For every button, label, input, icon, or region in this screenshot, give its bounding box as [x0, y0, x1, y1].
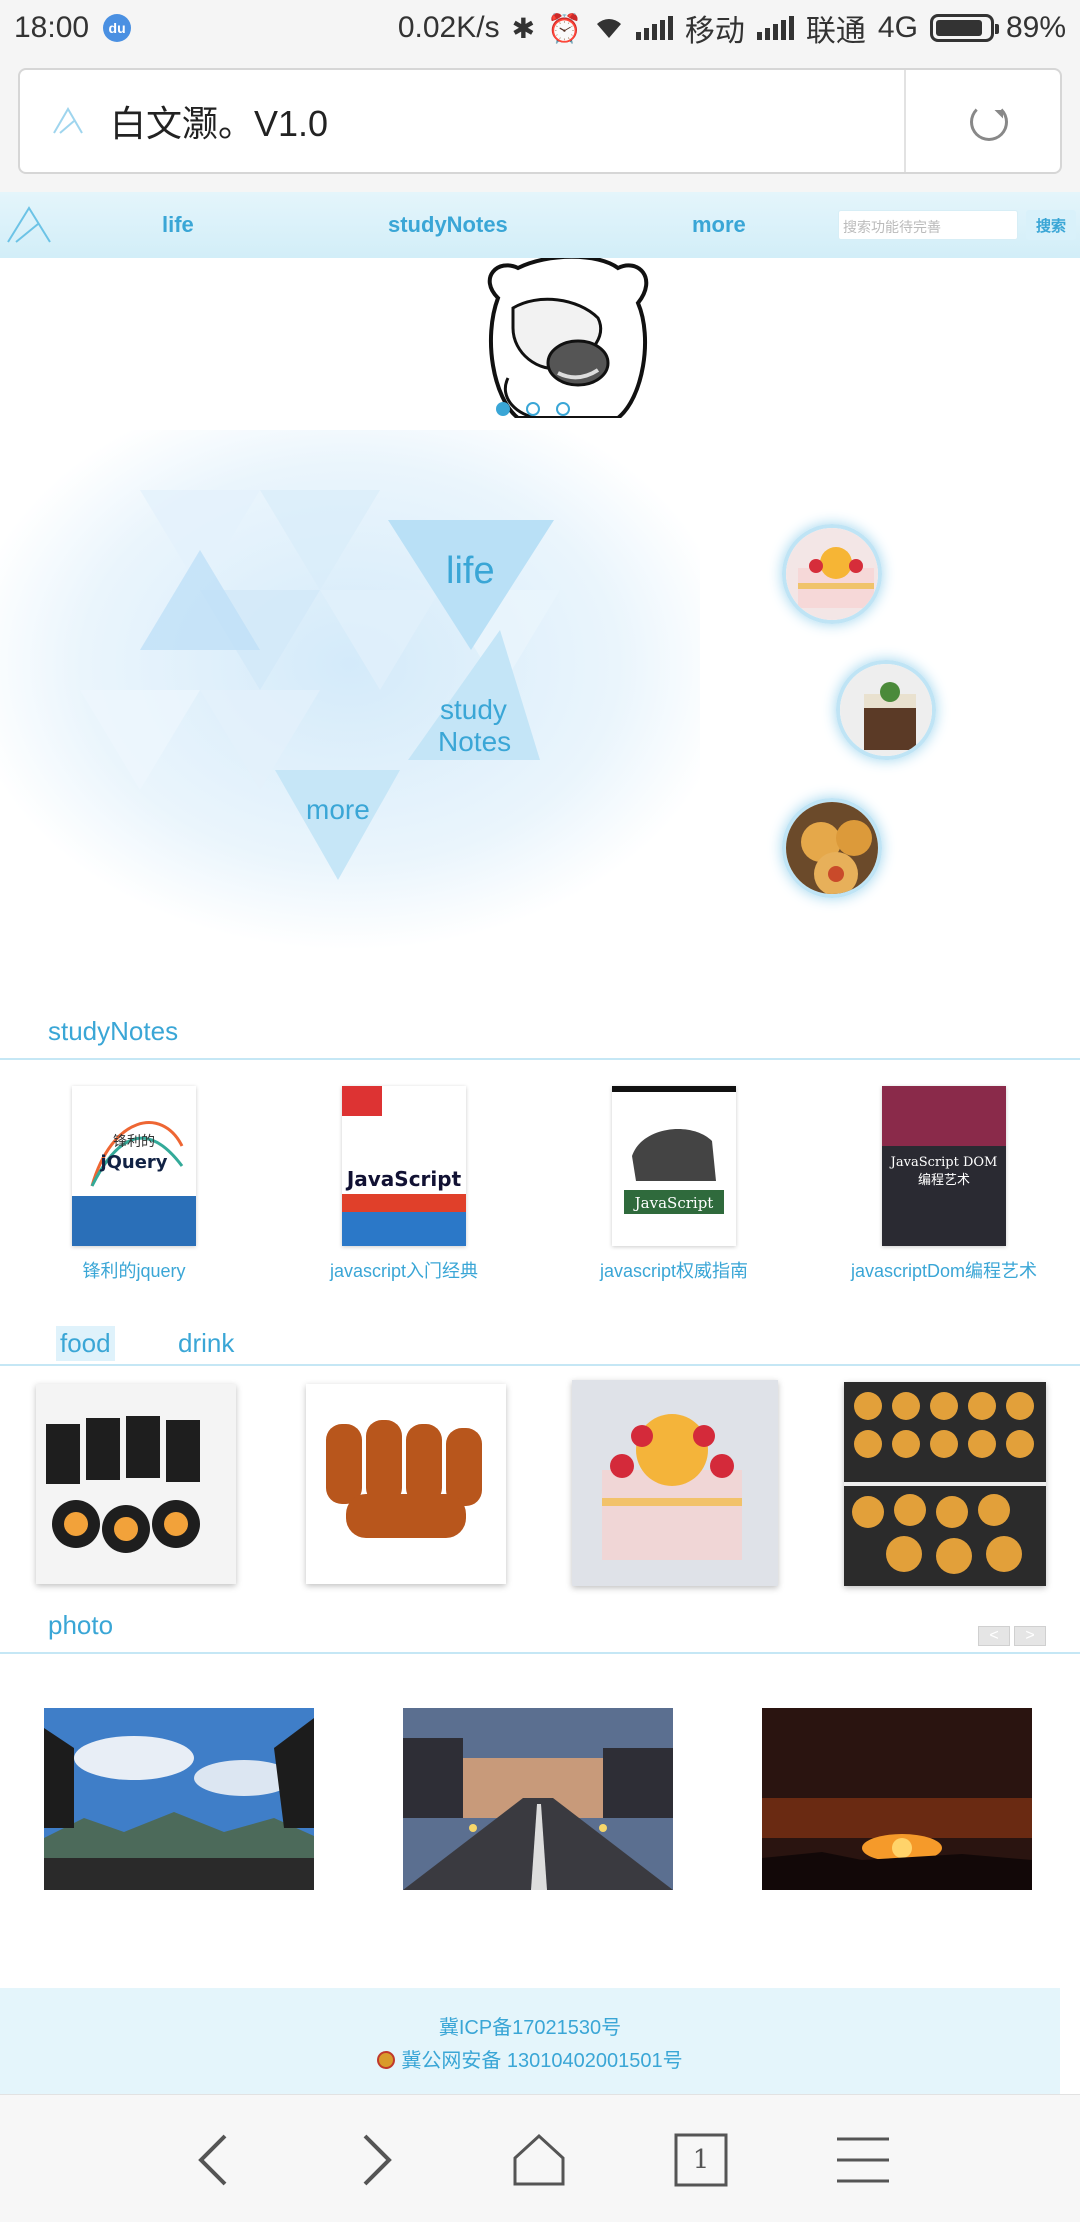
triangle-more-link[interactable]: more — [306, 794, 370, 826]
tab-count: 1 — [692, 2145, 710, 2175]
carrier-1: 移动 — [684, 15, 745, 48]
menu-icon — [837, 2137, 889, 2183]
book-item[interactable]: 锋利的 jQuery 锋利的jquery — [34, 1086, 234, 1283]
food-photo-sushi[interactable] — [36, 1384, 236, 1584]
network-speed: 0.02K/s — [397, 11, 500, 44]
police-record[interactable]: 冀公网安备 13010402001501号 — [401, 2050, 682, 2072]
cake-bubble-image[interactable] — [782, 524, 882, 624]
forward-arrow-icon — [363, 2134, 392, 2186]
bear-cartoon-image — [487, 258, 649, 418]
status-time: 18:00 — [14, 11, 90, 44]
tabs-button[interactable]: 1 — [666, 2125, 736, 2195]
search-input[interactable]: 搜索功能待完善 — [838, 210, 1018, 240]
alarm-icon: ⏰ — [547, 12, 582, 44]
search-button[interactable]: 搜索 — [1026, 210, 1076, 240]
home-button[interactable] — [504, 2125, 574, 2195]
menu-button[interactable] — [828, 2125, 898, 2195]
triangle-study-label[interactable]: study — [440, 694, 507, 726]
photo-title[interactable]: photo — [48, 1610, 113, 1641]
svg-text:JavaScript DOM: JavaScript DOM — [889, 1155, 998, 1170]
triangle-nav: life study Notes more — [0, 430, 700, 950]
carrier-2: 联通 — [805, 15, 866, 48]
pudding-bubble-image[interactable] — [836, 660, 936, 760]
svg-text:编程艺术: 编程艺术 — [918, 1173, 970, 1188]
home-icon — [513, 2133, 565, 2186]
svg-text:锋利的: 锋利的 — [113, 1134, 155, 1150]
book-item[interactable]: JavaScript DOM 编程艺术 javascriptDom编程艺术 — [844, 1086, 1044, 1283]
nav-item-more[interactable]: more — [692, 212, 746, 238]
carousel-dot[interactable] — [556, 402, 570, 416]
nav-item-life[interactable]: life — [162, 212, 194, 238]
book-cover-js-definitive: JavaScript — [612, 1086, 736, 1246]
battery-percent: 89% — [1005, 11, 1066, 44]
food-photo-cake[interactable] — [572, 1380, 778, 1586]
site-nav-logo-icon[interactable] — [4, 200, 54, 250]
food-photo-rolls[interactable] — [306, 1384, 506, 1584]
nav-item-studynotes[interactable]: studyNotes — [388, 212, 508, 238]
carousel-dot[interactable] — [496, 402, 510, 416]
svg-text:JavaScript: JavaScript — [633, 1194, 714, 1212]
signal-icon-2 — [756, 16, 794, 40]
svg-text:jQuery: jQuery — [99, 1152, 167, 1173]
battery-icon — [929, 14, 999, 42]
book-cover-js-beginner: JavaScript — [342, 1086, 466, 1246]
book-cover-js-dom: JavaScript DOM 编程艺术 — [882, 1086, 1006, 1246]
forward-button[interactable] — [342, 2125, 412, 2195]
tab-drink[interactable]: drink — [174, 1326, 238, 1361]
photo-street[interactable] — [403, 1708, 673, 1890]
icp-record[interactable]: 冀ICP备17021530号 — [0, 2012, 1060, 2045]
study-notes-header: studyNotes — [0, 1016, 1080, 1060]
reload-icon[interactable] — [970, 103, 1008, 141]
site-footer: 冀ICP备17021530号 冀公网安备 13010402001501号 — [0, 1988, 1060, 2094]
wifi-icon — [596, 19, 621, 38]
app-badge-icon: du — [103, 14, 132, 42]
photo-next-button[interactable]: > — [1014, 1626, 1046, 1646]
book-title[interactable]: javascript入门经典 — [304, 1257, 504, 1283]
photo-prev-button[interactable]: < — [978, 1626, 1010, 1646]
status-bar: 18:00 du 0.02K/s ✱ ⏰ 移动 联通 4G 89% — [0, 0, 1080, 56]
address-bar[interactable]: 白文灏。V1.0 — [18, 68, 1062, 174]
back-arrow-icon — [198, 2134, 227, 2186]
browser-toolbar: 白文灏。V1.0 — [0, 56, 1080, 192]
food-photo-pastries[interactable] — [844, 1382, 1046, 1586]
svg-text:JavaScript: JavaScript — [345, 1167, 462, 1191]
triangle-background — [0, 430, 700, 950]
book-title[interactable]: 锋利的jquery — [34, 1257, 234, 1283]
book-title[interactable]: javascript权威指南 — [574, 1257, 774, 1283]
carousel-dot[interactable] — [526, 402, 540, 416]
bluetooth-icon: ✱ — [511, 12, 536, 44]
triangle-notes-label[interactable]: Notes — [438, 726, 511, 758]
divider — [904, 70, 906, 172]
book-title[interactable]: javascriptDom编程艺术 — [844, 1257, 1044, 1283]
food-drink-header — [0, 1320, 1080, 1366]
study-notes-title[interactable]: studyNotes — [48, 1016, 178, 1047]
photo-landscape[interactable] — [44, 1708, 314, 1890]
police-badge-icon — [377, 2051, 396, 2069]
site-nav: life studyNotes more 搜索功能待完善 搜索 — [0, 192, 1080, 258]
carousel-dots — [496, 402, 570, 416]
banner-carousel[interactable] — [0, 258, 1080, 428]
tab-food[interactable]: food — [56, 1326, 115, 1361]
back-button[interactable] — [178, 2125, 248, 2195]
triangle-life-link[interactable]: life — [446, 550, 495, 594]
network-type: 4G — [877, 11, 918, 44]
signal-icon-1 — [635, 16, 673, 40]
photo-sunset[interactable] — [762, 1708, 1032, 1890]
book-item[interactable]: JavaScript javascript入门经典 — [304, 1086, 504, 1283]
book-cover-jquery: 锋利的 jQuery — [72, 1086, 196, 1246]
page-title: 白文灏。V1.0 — [110, 103, 329, 144]
browser-bottom-bar: 1 — [0, 2094, 1080, 2222]
pastry-bubble-image[interactable] — [782, 798, 882, 898]
photo-header: photo — [0, 1610, 1080, 1654]
book-item[interactable]: JavaScript javascript权威指南 — [574, 1086, 774, 1283]
site-logo-icon — [53, 107, 83, 134]
